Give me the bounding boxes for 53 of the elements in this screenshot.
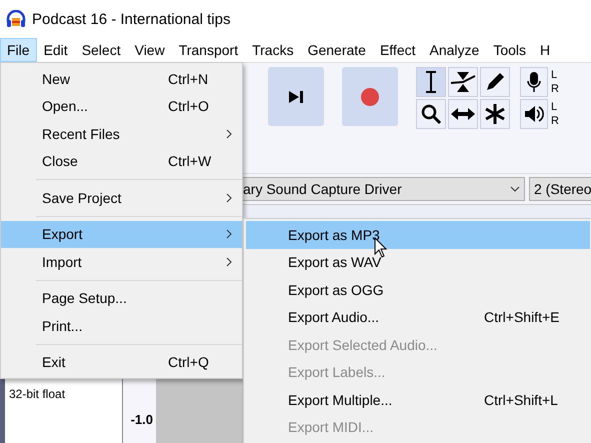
- multi-tool[interactable]: [480, 99, 510, 129]
- menu-item[interactable]: Import: [1, 248, 242, 276]
- menu-item[interactable]: Recent Files: [1, 120, 242, 148]
- asterisk-icon: [484, 103, 506, 125]
- channels-dropdown[interactable]: 2 (Stereo: [529, 177, 591, 201]
- left-channel-label: L: [551, 68, 558, 82]
- chevron-down-icon: [510, 186, 520, 192]
- i-beam-icon: [424, 71, 438, 93]
- menu-title[interactable]: Analyze: [422, 38, 486, 62]
- menu-item[interactable]: Export: [1, 220, 242, 248]
- skip-to-end-button[interactable]: [268, 67, 324, 126]
- menu-item[interactable]: Exit Ctrl+Q: [1, 348, 242, 376]
- submenu-item[interactable]: Export Audio... Ctrl+Shift+E: [246, 304, 590, 331]
- left-channel-label: L: [551, 100, 558, 114]
- right-channel-label: R: [551, 114, 559, 128]
- record-button[interactable]: [342, 67, 398, 126]
- submenu-item[interactable]: Export as MP3: [246, 221, 590, 248]
- menu-title[interactable]: Select: [74, 38, 128, 62]
- right-channel-label: R: [551, 82, 559, 96]
- menu-title[interactable]: Tracks: [245, 38, 301, 62]
- skip-to-end-icon: [288, 90, 304, 104]
- menu-item[interactable]: Open... Ctrl+O: [1, 92, 242, 120]
- menu-title[interactable]: H: [533, 38, 558, 62]
- menu-title[interactable]: Effect: [372, 38, 422, 62]
- headphones-logo-icon: [6, 10, 26, 28]
- magnifier-icon: [420, 103, 442, 125]
- selection-tool[interactable]: [416, 67, 446, 97]
- menu-title[interactable]: Generate: [300, 38, 373, 62]
- submenu-item[interactable]: Export as WAV: [246, 248, 590, 276]
- envelope-icon: [450, 70, 476, 94]
- menu-title[interactable]: File: [0, 38, 37, 62]
- window-title: Podcast 16 - International tips: [32, 10, 230, 28]
- pencil-icon: [484, 71, 506, 93]
- time-shift-tool[interactable]: [448, 99, 478, 129]
- menu-item[interactable]: Close Ctrl+W: [1, 148, 242, 175]
- microphone-icon[interactable]: [520, 67, 548, 97]
- double-arrow-icon: [450, 106, 476, 122]
- sample-format-text: 32-bit float: [9, 387, 66, 401]
- menu-item[interactable]: New Ctrl+N: [1, 65, 242, 92]
- pencil-tool[interactable]: [480, 67, 510, 97]
- menu-title[interactable]: Edit: [36, 38, 75, 62]
- record-icon: [360, 86, 380, 106]
- speaker-icon[interactable]: [520, 99, 548, 129]
- menu-title[interactable]: Tools: [486, 38, 533, 62]
- submenu-item[interactable]: Export Multiple... Ctrl+Shift+L: [246, 386, 590, 414]
- menu-item[interactable]: Print...: [1, 312, 242, 340]
- menu-item[interactable]: Page Setup...: [1, 284, 242, 312]
- submenu-item[interactable]: Export as OGG: [246, 276, 590, 304]
- envelope-tool[interactable]: [448, 67, 478, 97]
- zoom-tool[interactable]: [416, 99, 446, 129]
- scale-label: -1.0: [130, 412, 153, 427]
- menu-title[interactable]: Transport: [172, 38, 246, 62]
- menu-title[interactable]: View: [128, 38, 172, 62]
